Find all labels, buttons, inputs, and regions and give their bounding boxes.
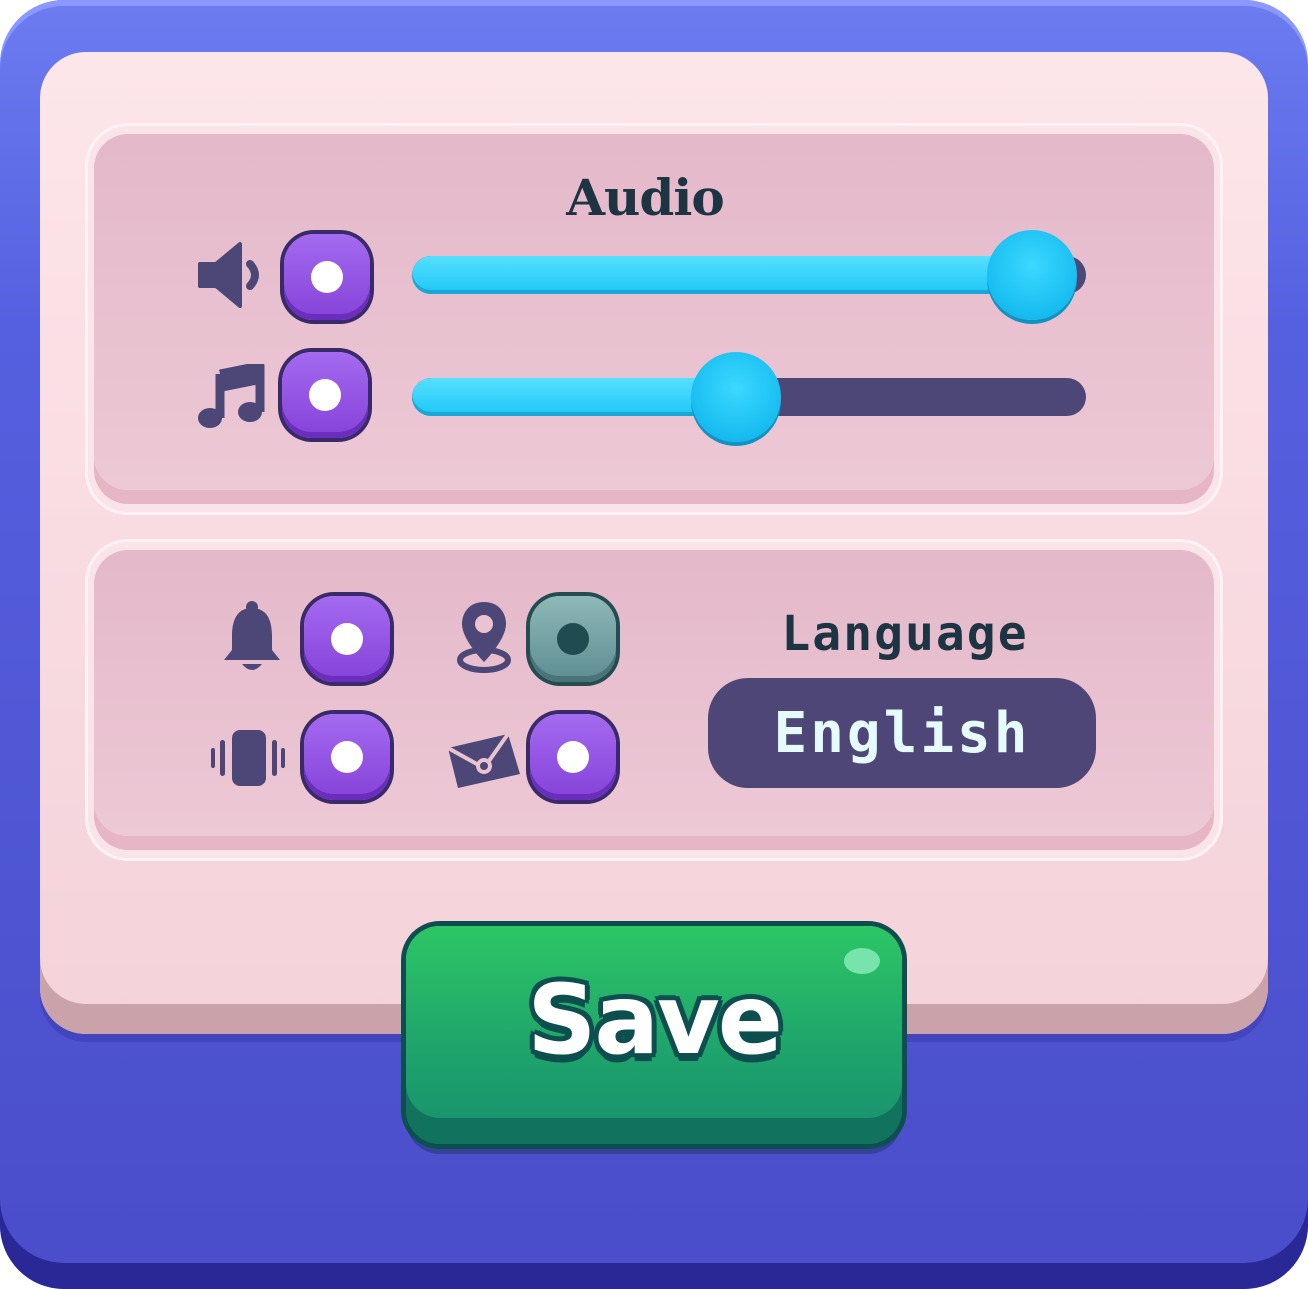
audio-title: Audio	[566, 168, 724, 227]
vibration-toggle[interactable]	[304, 714, 390, 800]
messages-toggle[interactable]	[530, 714, 616, 800]
language-label: Language	[781, 606, 1029, 662]
bell-icon	[220, 600, 284, 676]
envelope-icon	[444, 730, 524, 790]
save-button-label: Save	[527, 964, 783, 1076]
sound-toggle[interactable]	[284, 234, 370, 320]
music-toggle[interactable]	[282, 352, 368, 438]
music-volume-slider[interactable]	[412, 352, 1086, 442]
speaker-icon	[196, 240, 266, 310]
music-volume-handle[interactable]	[691, 352, 781, 442]
save-button[interactable]: Save	[406, 926, 902, 1144]
language-select[interactable]: English	[708, 678, 1096, 788]
sound-volume-slider[interactable]	[412, 230, 1086, 320]
sound-volume-fill	[412, 256, 1042, 294]
sound-volume-handle[interactable]	[987, 230, 1077, 320]
location-pin-icon	[456, 598, 512, 674]
vibration-icon	[208, 728, 288, 788]
music-note-icon	[196, 364, 266, 430]
notifications-toggle[interactable]	[304, 596, 390, 682]
location-toggle[interactable]	[530, 596, 616, 682]
